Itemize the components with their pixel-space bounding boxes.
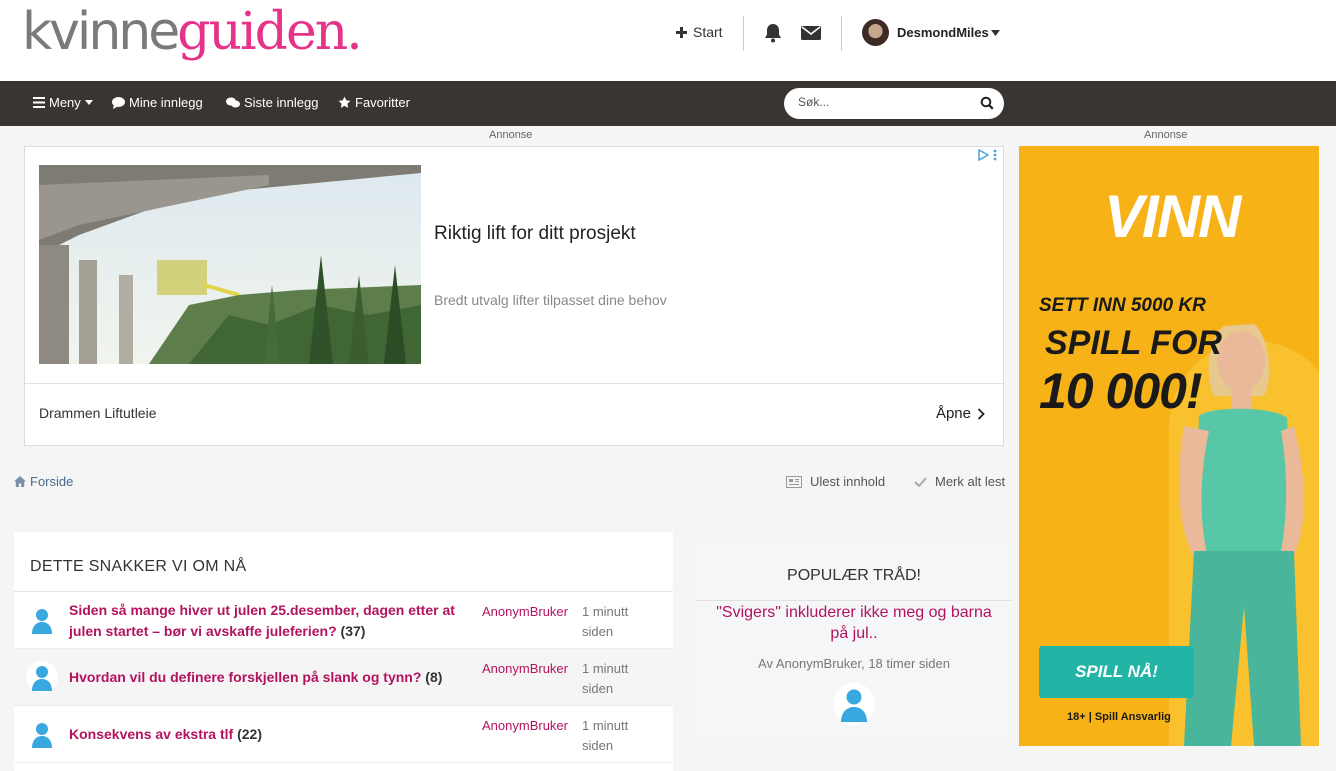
ad-offer-amount: 10 000! <box>1039 363 1203 419</box>
start-link[interactable]: Start <box>676 24 723 40</box>
bridge-lift-illustration <box>39 165 421 364</box>
topic-link[interactable]: Hvordan vil du definere forskjellen på s… <box>69 667 469 688</box>
ad-advertiser: Drammen Liftutleie <box>39 405 157 421</box>
ad-offer-line: SETT INN 5000 KR <box>1039 295 1206 316</box>
vinn-logo: VINN <box>1104 183 1241 250</box>
breadcrumb-home[interactable]: Forside <box>30 474 73 489</box>
user-menu[interactable]: DesmondMiles <box>862 19 1000 46</box>
trending-title: DETTE SNAKKER VI OM NÅ <box>30 558 247 575</box>
check-icon <box>914 476 927 487</box>
search-icon[interactable] <box>980 96 994 110</box>
comment-icon <box>112 96 125 109</box>
responsible-gaming-text: 18+ | Spill Ansvarlig <box>1067 711 1171 723</box>
avatar <box>26 718 58 750</box>
ad-title[interactable]: Riktig lift for ditt prosjekt <box>434 223 636 245</box>
nav-favorites[interactable]: Favoritter <box>338 95 410 110</box>
user-icon <box>32 609 52 634</box>
home-icon <box>14 476 26 487</box>
trending-topics-panel: DETTE SNAKKER VI OM NÅ Siden så mange hi… <box>14 532 673 771</box>
post-time: 1 minutt siden <box>582 661 629 696</box>
topic-link[interactable]: Konsekvens av ekstra tlf (22) <box>69 724 469 745</box>
author-link[interactable]: AnonymBruker <box>482 659 568 679</box>
user-icon <box>841 689 867 722</box>
more-vertical-icon <box>993 149 997 161</box>
nav-my-posts[interactable]: Mine innlegg <box>112 95 203 110</box>
popular-thread-panel: POPULÆR TRÅD! "Svigers" inkluderer ikke … <box>695 543 1013 739</box>
bell-icon[interactable] <box>762 22 784 44</box>
envelope-icon[interactable] <box>800 22 822 44</box>
header-divider <box>743 16 744 51</box>
user-icon <box>32 666 52 691</box>
breadcrumb[interactable]: Forside <box>14 474 73 489</box>
adchoices-icon <box>978 149 989 161</box>
username: DesmondMiles <box>897 25 989 40</box>
nav-menu[interactable]: Meny <box>33 95 93 110</box>
table-row[interactable]: Hvordan vil du definere forskjellen på s… <box>14 649 673 706</box>
post-time: 1 minutt siden <box>582 718 629 753</box>
topic-link[interactable]: Siden så mange hiver ut julen 25.desembe… <box>69 600 469 642</box>
user-icon <box>32 723 52 748</box>
newspaper-icon <box>786 475 802 488</box>
table-row[interactable]: Konsekvens av ekstra tlf (22) AnonymBruk… <box>14 706 673 763</box>
avatar <box>862 19 889 46</box>
divider <box>695 600 1013 601</box>
search-box <box>784 88 1004 119</box>
ad-label: Annonse <box>1144 129 1188 141</box>
ad-open-button[interactable]: Åpne <box>936 405 985 422</box>
comments-icon <box>226 97 240 107</box>
avatar[interactable] <box>833 683 875 725</box>
main-navbar: Meny Mine innlegg Siste innlegg Favoritt… <box>0 81 1336 126</box>
caret-down-icon <box>990 29 1000 36</box>
play-now-button[interactable]: SPILL NÅ! <box>1039 646 1194 698</box>
popular-thread-byline: Av AnonymBruker, 18 timer siden <box>758 656 950 671</box>
adchoices-badge[interactable] <box>977 149 997 161</box>
header-divider <box>841 16 842 51</box>
nav-latest-posts[interactable]: Siste innlegg <box>226 95 318 110</box>
star-icon <box>338 96 351 108</box>
plus-icon <box>676 26 687 38</box>
bars-icon <box>33 97 45 108</box>
chevron-right-icon <box>977 407 985 420</box>
ad-image[interactable] <box>39 165 421 364</box>
unread-content-link[interactable]: Ulest innhold <box>786 474 885 489</box>
author-link[interactable]: AnonymBruker <box>482 716 568 736</box>
ad-divider <box>25 383 1003 384</box>
search-input[interactable] <box>798 95 968 109</box>
site-header: kvinneguiden. Start DesmondMiles <box>0 0 1336 81</box>
ad-banner-vinn[interactable]: VINN SETT INN 5000 KR SPILL FOR 10 000! … <box>1019 146 1319 746</box>
table-row[interactable]: Siden så mange hiver ut julen 25.desembe… <box>14 592 673 649</box>
author-link[interactable]: AnonymBruker <box>482 602 568 622</box>
site-logo[interactable]: kvinneguiden. <box>22 2 363 62</box>
ad-offer-line: SPILL FOR <box>1045 324 1222 362</box>
caret-down-icon <box>84 100 93 105</box>
avatar <box>26 661 58 693</box>
post-time: 1 minutt siden <box>582 604 629 639</box>
mark-all-read-link[interactable]: Merk alt lest <box>914 474 1005 489</box>
popular-title: POPULÆR TRÅD! <box>787 567 921 584</box>
ad-label: Annonse <box>489 129 533 141</box>
start-label: Start <box>693 24 723 40</box>
ad-banner-lift[interactable]: Riktig lift for ditt prosjekt Bredt utva… <box>24 146 1004 446</box>
avatar <box>26 604 58 636</box>
ad-description: Bredt utvalg lifter tilpasset dine behov <box>434 292 667 308</box>
popular-thread-link[interactable]: "Svigers" inkluderer ikke meg og barna p… <box>707 602 1001 644</box>
